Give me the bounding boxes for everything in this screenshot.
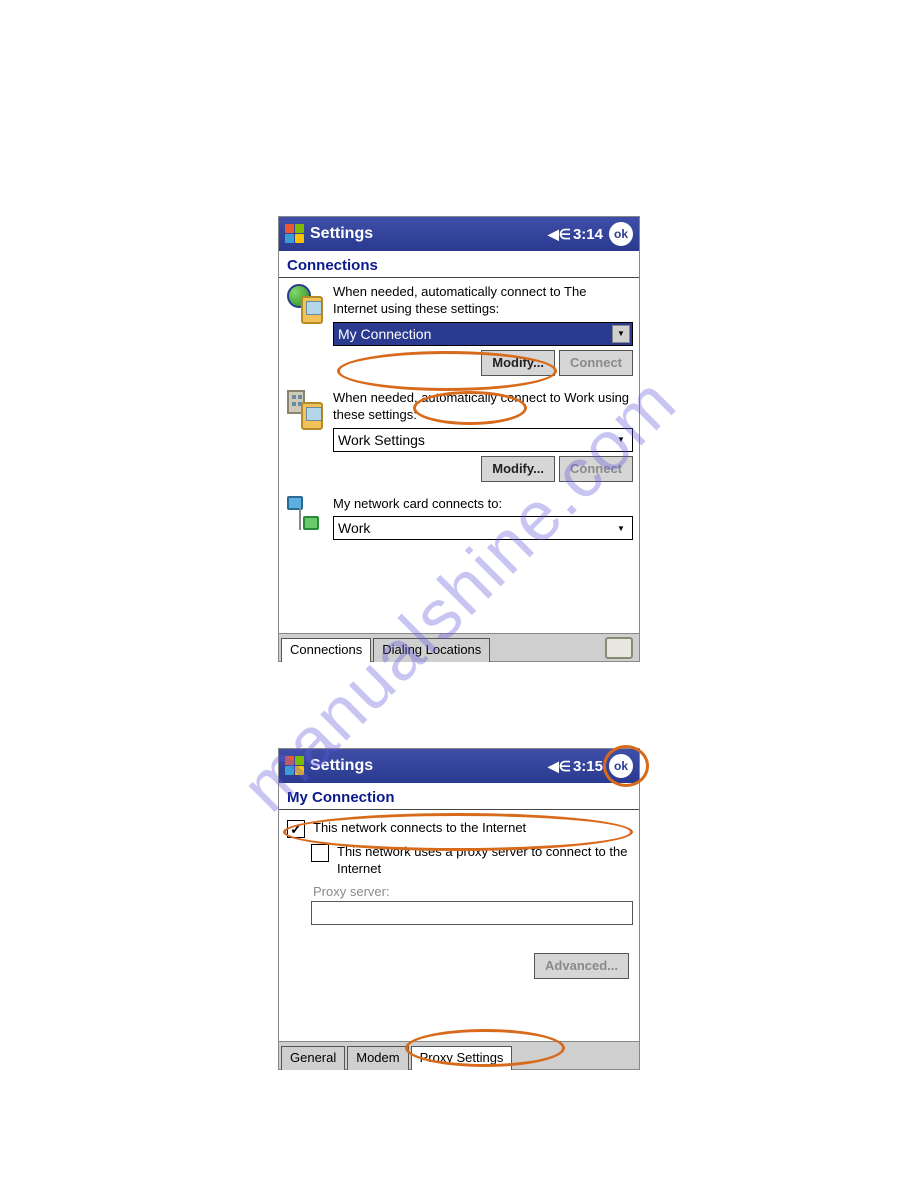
clock-time[interactable]: 3:14	[573, 226, 603, 243]
internet-modify-button[interactable]: Modify...	[481, 350, 555, 376]
chevron-down-icon: ▼	[612, 325, 630, 343]
work-modify-button[interactable]: Modify...	[481, 456, 555, 482]
card-label: My network card connects to:	[333, 496, 633, 513]
start-icon[interactable]	[285, 224, 305, 244]
card-section: My network card connects to: Work ▼	[285, 496, 633, 545]
tab-general[interactable]: General	[281, 1046, 345, 1070]
internet-dropdown-value: My Connection	[338, 326, 612, 342]
checkbox-internet-label: This network connects to the Internet	[313, 820, 631, 837]
proxy-server-label: Proxy server:	[313, 884, 631, 899]
chevron-down-icon: ▼	[612, 431, 630, 449]
checkbox-proxy-row: This network uses a proxy server to conn…	[311, 844, 631, 878]
ok-button[interactable]: ok	[609, 754, 633, 778]
checkbox-connects-internet[interactable]: ✓	[287, 820, 305, 838]
content-area: ✓ This network connects to the Internet …	[279, 810, 639, 991]
advanced-button: Advanced...	[534, 953, 629, 979]
work-label: When needed, automatically connect to Wo…	[333, 390, 633, 424]
tab-proxy-settings[interactable]: Proxy Settings	[411, 1046, 513, 1070]
page-title: Connections	[279, 251, 639, 278]
device-screen-2: Settings ◀∈ 3:15 ok My Connection ✓ This…	[278, 748, 640, 1070]
chevron-down-icon: ▼	[612, 519, 630, 537]
navbar-title: Settings	[310, 225, 373, 243]
volume-icon[interactable]: ◀∈	[548, 758, 571, 775]
work-section: When needed, automatically connect to Wo…	[285, 390, 633, 490]
checkbox-uses-proxy[interactable]	[311, 844, 329, 862]
tab-dialing-locations[interactable]: Dialing Locations	[373, 638, 490, 662]
checkbox-proxy-label: This network uses a proxy server to conn…	[337, 844, 631, 878]
device-screen-1: Settings ◀∈ 3:14 ok Connections When nee…	[278, 216, 640, 662]
internet-connect-button: Connect	[559, 350, 633, 376]
internet-dropdown[interactable]: My Connection ▼	[333, 322, 633, 346]
work-icon	[285, 390, 329, 434]
work-dropdown[interactable]: Work Settings ▼	[333, 428, 633, 452]
tab-bar: Connections Dialing Locations	[279, 633, 639, 661]
work-connect-button: Connect	[559, 456, 633, 482]
tab-connections[interactable]: Connections	[281, 638, 371, 662]
proxy-server-input[interactable]	[311, 901, 633, 925]
ok-button[interactable]: ok	[609, 222, 633, 246]
volume-icon[interactable]: ◀∈	[548, 226, 571, 243]
navbar: Settings ◀∈ 3:14 ok	[279, 217, 639, 251]
card-dropdown[interactable]: Work ▼	[333, 516, 633, 540]
tab-bar: General Modem Proxy Settings	[279, 1041, 639, 1069]
tab-modem[interactable]: Modem	[347, 1046, 408, 1070]
start-icon[interactable]	[285, 756, 305, 776]
keyboard-icon[interactable]	[605, 637, 633, 659]
clock-time[interactable]: 3:15	[573, 758, 603, 775]
internet-label: When needed, automatically connect to Th…	[333, 284, 633, 318]
navbar-title: Settings	[310, 757, 373, 775]
network-card-icon	[285, 496, 329, 540]
checkbox-internet-row: ✓ This network connects to the Internet	[287, 820, 631, 838]
internet-icon	[285, 284, 329, 328]
content-area: When needed, automatically connect to Th…	[279, 278, 639, 556]
page-title: My Connection	[279, 783, 639, 810]
card-dropdown-value: Work	[338, 520, 612, 536]
internet-section: When needed, automatically connect to Th…	[285, 284, 633, 384]
work-dropdown-value: Work Settings	[338, 432, 612, 448]
navbar: Settings ◀∈ 3:15 ok	[279, 749, 639, 783]
